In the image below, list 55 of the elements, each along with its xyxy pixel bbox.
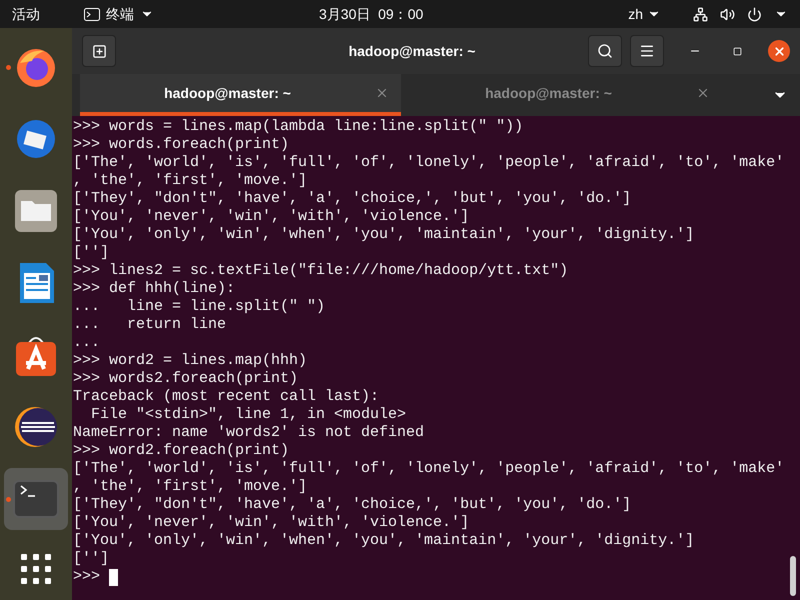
terminal-line: ... line = line.split(" ") (73, 298, 326, 316)
activities-button[interactable]: 活动 (12, 4, 72, 24)
terminal-line: , 'the', 'first', 'move.'] (73, 478, 308, 496)
terminal-line: ['You', 'only', 'win', 'when', 'you', 'maintain', 'your', 'dignity.'] (73, 532, 694, 550)
terminal-line: , 'the', 'first', 'move.'] (73, 172, 308, 190)
network-icon[interactable] (693, 6, 708, 22)
terminal-line: File "<stdin>", line 1, in <module> (90, 406, 406, 424)
terminal-line: ['You', 'only', 'win', 'when', 'you', 'maintain', 'your', 'dignity.'] (73, 226, 694, 244)
terminal-prompt-icon (13, 480, 59, 518)
search-icon (597, 43, 613, 59)
terminal-line: ['The', 'world', 'is', 'full', 'of', 'lonely', 'people', 'afraid', 'to', 'make' (73, 154, 784, 172)
terminal-line: >>> words = lines.map(lambda line:line.split(" ")) (73, 118, 524, 136)
terminal-line: NameError: name 'words2' is not defined (73, 424, 424, 442)
close-icon (772, 44, 786, 58)
terminal-line: >>> word2 = lines.map(hhh) (73, 352, 308, 370)
tab[interactable]: hadoop@master: ~ (80, 74, 401, 116)
search-button[interactable] (588, 35, 622, 67)
close-tab-icon[interactable] (696, 86, 710, 100)
terminal-line: >>> word2.foreach(print) (73, 442, 290, 460)
terminal-icon (84, 8, 100, 20)
app-grid-icon[interactable] (21, 554, 51, 584)
close-tab-icon[interactable] (375, 86, 389, 100)
terminal-line: >>> words2.foreach(print) (73, 370, 298, 388)
terminal-line: ['They', "don't", 'have', 'a', 'choice,', 'but', 'you', 'do.'] (73, 496, 632, 514)
terminal-line: [''] (73, 244, 110, 262)
new-tab-button[interactable] (82, 35, 116, 67)
power-icon[interactable] (747, 6, 762, 22)
tab[interactable]: hadoop@master: ~ (401, 74, 722, 116)
cursor-icon (109, 568, 118, 586)
terminal-line: ['You', 'never', 'win', 'with', 'violence.'] (73, 208, 470, 226)
eclipse-icon (14, 405, 58, 449)
close-button[interactable] (768, 40, 790, 62)
terminal-line: ... (73, 334, 100, 352)
app-menu[interactable]: 终端 (84, 4, 154, 24)
maximize-icon (732, 46, 742, 56)
terminal-line: >>> words.foreach(print) (73, 136, 290, 154)
terminal-line: ['They', "don't", 'have', 'a', 'choice,', 'but', 'you', 'do.'] (73, 190, 632, 208)
terminal-line: [''] (73, 550, 110, 568)
menu-button[interactable] (630, 35, 664, 67)
terminal-line: >>> def hhh(line): (73, 280, 236, 298)
bird-envelope-icon (14, 117, 58, 161)
window-title: hadoop@master: ~ (348, 42, 476, 61)
terminal-line: ['The', 'world', 'is', 'full', 'of', 'lonely', 'people', 'afraid', 'to', 'make' (73, 460, 784, 478)
input-method-menu[interactable]: zh (628, 4, 661, 24)
scrollbar-thumb[interactable] (790, 556, 796, 596)
new-tab-icon (92, 44, 106, 58)
terminal-prompt: >>> (73, 568, 100, 586)
terminal-line: >>> lines2 = sc.textFile("file:///home/hadoop/ytt.txt") (73, 262, 568, 280)
terminal-line: Traceback (most recent call last): (73, 388, 380, 406)
folder-icon (14, 189, 58, 233)
volume-icon[interactable] (720, 6, 735, 22)
terminal-line: ... return line (73, 316, 226, 334)
terminal-line: ['You', 'never', 'win', 'with', 'violence.'] (73, 514, 470, 532)
clock[interactable]: 3月30日 09：00 (319, 4, 424, 24)
menu-icon (639, 43, 655, 59)
